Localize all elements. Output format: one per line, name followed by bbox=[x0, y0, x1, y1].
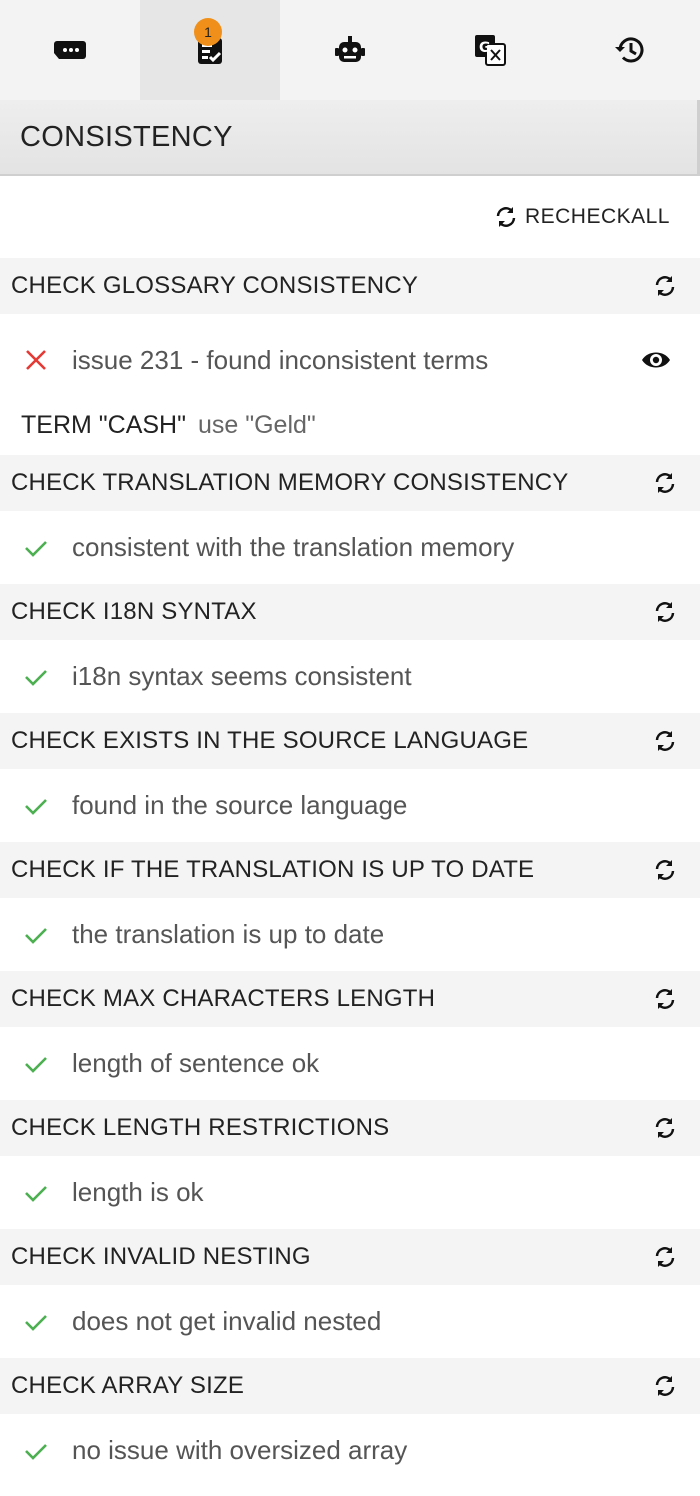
result-row: the translation is up to date bbox=[0, 898, 700, 971]
check-icon bbox=[22, 534, 50, 562]
recheck-button[interactable] bbox=[650, 1113, 680, 1143]
history-icon bbox=[615, 37, 644, 63]
chat-dots-icon bbox=[54, 41, 86, 59]
refresh-icon bbox=[655, 989, 675, 1009]
robot-icon bbox=[335, 36, 365, 62]
check-title-text: CHECK GLOSSARY CONSISTENCY bbox=[11, 272, 419, 299]
refresh-icon bbox=[655, 276, 675, 296]
check-icon bbox=[22, 1179, 50, 1207]
svg-text:G: G bbox=[479, 40, 491, 56]
recheck-row: RECHECKALL bbox=[0, 176, 700, 258]
check-icon bbox=[22, 1050, 50, 1078]
toolbar-button-chat[interactable] bbox=[0, 0, 140, 100]
result-message: i18n syntax seems consistent bbox=[72, 661, 412, 691]
term-label: TERM "CASH" bbox=[21, 410, 186, 439]
check-title: CHECK INVALID NESTING bbox=[0, 1229, 700, 1285]
recheck-button[interactable] bbox=[650, 726, 680, 756]
view-issue-button[interactable] bbox=[640, 344, 672, 376]
check-title-text: CHECK LENGTH RESTRICTIONS bbox=[11, 1114, 390, 1141]
result-row: issue 231 - found inconsistent terms bbox=[0, 314, 700, 402]
check-title: CHECK ARRAY SIZE bbox=[0, 1358, 700, 1414]
toolbar-button-history[interactable] bbox=[560, 0, 700, 100]
notification-badge: 1 bbox=[194, 18, 222, 46]
check-icon bbox=[22, 792, 50, 820]
check-title-text: CHECK IF THE TRANSLATION IS UP TO DATE bbox=[11, 856, 535, 883]
result-message: no issue with oversized array bbox=[72, 1435, 408, 1465]
check-title-text: CHECK INVALID NESTING bbox=[11, 1243, 311, 1270]
toolbar-button-checks[interactable]: 1 bbox=[140, 0, 280, 100]
result-row: consistent with the translation memory bbox=[0, 511, 700, 584]
toolbar-button-translate[interactable]: G bbox=[420, 0, 560, 100]
check-icon bbox=[22, 1308, 50, 1336]
check-title-text: CHECK I18N SYNTAX bbox=[11, 598, 257, 625]
recheck-button[interactable] bbox=[650, 1371, 680, 1401]
result-row: length of sentence ok bbox=[0, 1027, 700, 1100]
result-row: no issue with oversized array bbox=[0, 1414, 700, 1487]
refresh-icon bbox=[655, 1118, 675, 1138]
term-hint: use "Geld" bbox=[197, 410, 316, 439]
toolbar: 1 G bbox=[0, 0, 700, 100]
result-row: i18n syntax seems consistent bbox=[0, 640, 700, 713]
close-icon bbox=[22, 346, 50, 374]
section-header: CONSISTENCY bbox=[0, 100, 700, 176]
check-title: CHECK I18N SYNTAX bbox=[0, 584, 700, 640]
check-title-text: CHECK TRANSLATION MEMORY CONSISTENCY bbox=[11, 469, 569, 496]
check-title: CHECK TRANSLATION MEMORY CONSISTENCY bbox=[0, 455, 700, 511]
check-result: issue 231 - found inconsistent terms TER… bbox=[0, 314, 700, 455]
recheck-button[interactable] bbox=[650, 468, 680, 498]
result-message: length of sentence ok bbox=[72, 1048, 320, 1078]
check-title-text: CHECK MAX CHARACTERS LENGTH bbox=[11, 985, 436, 1012]
result-message: consistent with the translation memory bbox=[72, 532, 515, 562]
refresh-icon bbox=[655, 1247, 675, 1267]
check-icon bbox=[22, 921, 50, 949]
section-title: CONSISTENCY bbox=[20, 120, 233, 153]
recheck-button[interactable] bbox=[650, 597, 680, 627]
recheck-button[interactable] bbox=[650, 271, 680, 301]
term-row: TERM "CASH" use "Geld" bbox=[0, 402, 700, 448]
check-icon bbox=[22, 663, 50, 691]
toolbar-button-robot[interactable] bbox=[280, 0, 420, 100]
check-title-text: CHECK ARRAY SIZE bbox=[11, 1372, 245, 1399]
refresh-icon bbox=[655, 602, 675, 622]
check-title-text: CHECK EXISTS IN THE SOURCE LANGUAGE bbox=[11, 727, 529, 754]
result-row: found in the source language bbox=[0, 769, 700, 842]
check-title: CHECK EXISTS IN THE SOURCE LANGUAGE bbox=[0, 713, 700, 769]
check-title: CHECK GLOSSARY CONSISTENCY bbox=[0, 258, 700, 314]
refresh-icon bbox=[655, 860, 675, 880]
result-message: issue 231 - found inconsistent terms bbox=[72, 344, 489, 375]
check-title: CHECK MAX CHARACTERS LENGTH bbox=[0, 971, 700, 1027]
check-icon bbox=[22, 1437, 50, 1465]
result-row: length is ok bbox=[0, 1156, 700, 1229]
recheck-button[interactable] bbox=[650, 984, 680, 1014]
result-row: does not get invalid nested bbox=[0, 1285, 700, 1358]
recheck-button[interactable] bbox=[650, 1242, 680, 1272]
refresh-icon bbox=[496, 207, 516, 227]
refresh-icon bbox=[655, 473, 675, 493]
result-message: length is ok bbox=[72, 1177, 204, 1207]
eye-icon bbox=[642, 352, 670, 368]
check-title: CHECK LENGTH RESTRICTIONS bbox=[0, 1100, 700, 1156]
refresh-icon bbox=[655, 1376, 675, 1396]
recheck-all-button[interactable]: RECHECKALL bbox=[493, 204, 670, 230]
recheck-button[interactable] bbox=[650, 855, 680, 885]
result-message: found in the source language bbox=[72, 790, 408, 820]
result-message: does not get invalid nested bbox=[72, 1306, 382, 1336]
check-title: CHECK IF THE TRANSLATION IS UP TO DATE bbox=[0, 842, 700, 898]
recheck-all-label: RECHECKALL bbox=[524, 205, 670, 228]
refresh-icon bbox=[655, 731, 675, 751]
translate-icon: G bbox=[475, 35, 506, 66]
result-message: the translation is up to date bbox=[72, 919, 385, 949]
